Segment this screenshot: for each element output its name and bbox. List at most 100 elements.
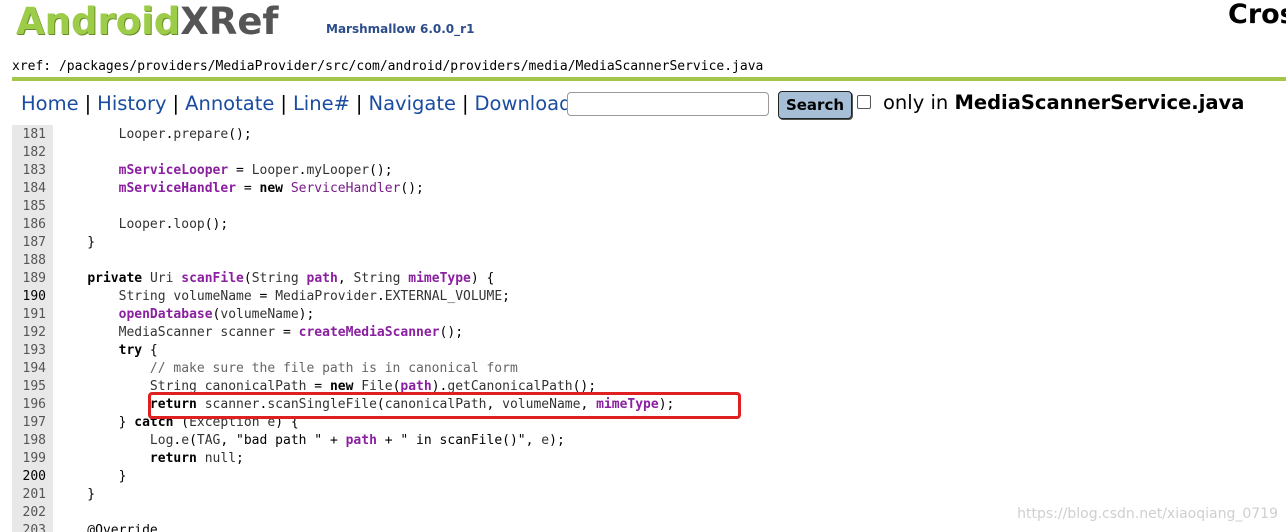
nav-download-link[interactable]: Download — [475, 92, 572, 115]
only-in-label: only in MediaScannerService.java — [883, 91, 1244, 114]
code-text: MediaScanner scanner = createMediaScanne… — [118, 325, 464, 340]
code-token: MediaProvider — [275, 289, 377, 304]
nav-line-number-link[interactable]: Line# — [293, 92, 350, 115]
code-text: mServiceHandler = new ServiceHandler(); — [118, 181, 424, 196]
code-line: 192 MediaScanner scanner = createMediaSc… — [12, 324, 1282, 342]
code-line: 191 openDatabase(volumeName); — [12, 306, 1282, 324]
code-text: mServiceLooper = Looper.myLooper(); — [118, 163, 393, 178]
code-line: 194 // make sure the file path is in can… — [12, 360, 1282, 378]
nav-separator: | — [280, 91, 287, 115]
nav-history-link[interactable]: History — [97, 92, 166, 115]
line-number-link[interactable]: 181 — [12, 126, 46, 144]
line-number-link[interactable]: 196 — [12, 396, 46, 414]
search-button[interactable]: Search — [778, 91, 852, 119]
code-token: ServiceHandler — [290, 181, 401, 196]
code-token: String — [118, 289, 166, 304]
code-text: } — [56, 469, 127, 484]
code-token: EXTERNAL_VOLUME — [384, 289, 503, 304]
code-text: } — [56, 487, 96, 502]
code-text: Looper.loop(); — [118, 217, 229, 232]
nav-separator: | — [84, 91, 92, 115]
code-token: TAG — [196, 433, 221, 448]
code-token: new — [259, 181, 283, 196]
code-line: 193 try { — [12, 342, 1282, 360]
code-text: openDatabase(volumeName); — [118, 307, 315, 322]
code-text: Log.e(TAG, "bad path " + path + " in sca… — [149, 433, 565, 448]
code-token: e — [541, 433, 550, 448]
line-number-link[interactable]: 195 — [12, 378, 46, 396]
line-number-link[interactable]: 193 — [12, 342, 46, 360]
code-token: volumeName — [220, 307, 299, 322]
code-token: return — [149, 451, 197, 466]
code-line: 185 — [12, 198, 1282, 216]
line-number-link[interactable]: 184 — [12, 180, 46, 198]
line-number-link[interactable]: 187 — [12, 234, 46, 252]
code-token: try — [118, 343, 143, 358]
code-token: " in scanFile()" — [400, 433, 526, 448]
code-token: // make sure the file path is in canonic… — [149, 361, 518, 376]
code-line: 186 Looper.loop(); — [12, 216, 1282, 234]
code-line: 199 return null; — [12, 450, 1282, 468]
nav-bar: Home | History | Annotate | Line# | Navi… — [21, 89, 571, 117]
header-divider — [12, 77, 1286, 81]
code-token: scanFile — [181, 271, 244, 286]
code-token: "bad path " — [236, 433, 323, 448]
code-line: 183 mServiceLooper = Looper.myLooper(); — [12, 162, 1282, 180]
version-label: Marshmallow 6.0.0_r1 — [326, 22, 475, 36]
code-token: e — [181, 433, 190, 448]
line-number-link[interactable]: 203 — [12, 522, 46, 532]
line-number-link[interactable]: 194 — [12, 360, 46, 378]
line-number-link[interactable]: 202 — [12, 504, 46, 522]
line-number-link[interactable]: 191 — [12, 306, 46, 324]
code-token: prepare — [173, 127, 229, 142]
line-number-link[interactable]: 200 — [12, 468, 46, 486]
code-token: Looper — [118, 217, 166, 232]
code-token: mimeType — [408, 271, 471, 286]
code-text: } — [56, 235, 96, 250]
code-token: mServiceLooper — [118, 163, 229, 178]
nav-navigate-link[interactable]: Navigate — [369, 92, 456, 115]
nav-separator: | — [172, 91, 180, 115]
logo-android-text: Android — [16, 0, 181, 43]
code-line: 184 mServiceHandler = new ServiceHandler… — [12, 180, 1282, 198]
code-token: private — [87, 271, 143, 286]
line-number-link[interactable]: 190 — [12, 288, 46, 306]
search-input[interactable] — [567, 92, 769, 116]
line-number-link[interactable]: 201 — [12, 486, 46, 504]
nav-home-link[interactable]: Home — [21, 92, 79, 115]
cross-reference-title: Cros — [1228, 0, 1286, 30]
line-number-link[interactable]: 182 — [12, 144, 46, 162]
code-token: Looper — [251, 163, 299, 178]
code-line: 187 } — [12, 234, 1282, 252]
code-line: 201 } — [12, 486, 1282, 504]
nav-annotate-link[interactable]: Annotate — [185, 92, 274, 115]
code-token: MediaScanner — [118, 325, 213, 340]
code-line: 189 private Uri scanFile(String path, St… — [12, 270, 1282, 288]
code-token: Log — [149, 433, 174, 448]
line-number-link[interactable]: 198 — [12, 432, 46, 450]
line-number-link[interactable]: 186 — [12, 216, 46, 234]
line-number-link[interactable]: 199 — [12, 450, 46, 468]
code-token: path — [306, 271, 338, 286]
code-line: 203 @Override — [12, 522, 1282, 532]
code-token: mServiceHandler — [118, 181, 237, 196]
androidxref-logo[interactable]: AndroidXRef — [16, 0, 279, 46]
code-token: openDatabase — [118, 307, 213, 322]
watermark: https://blog.csdn.net/xiaoqiang_0719 — [1017, 506, 1278, 522]
code-line: 198 Log.e(TAG, "bad path " + path + " in… — [12, 432, 1282, 450]
code-line: 188 — [12, 252, 1282, 270]
line-number-link[interactable]: 197 — [12, 414, 46, 432]
line-number-link[interactable]: 189 — [12, 270, 46, 288]
line-number-link[interactable]: 183 — [12, 162, 46, 180]
code-token: path — [345, 433, 377, 448]
code-token: createMediaScanner — [298, 325, 440, 340]
code-text: try { — [118, 343, 158, 358]
only-in-file-checkbox[interactable] — [857, 95, 871, 109]
code-line: 190 String volumeName = MediaProvider.EX… — [12, 288, 1282, 306]
line-number-link[interactable]: 192 — [12, 324, 46, 342]
code-text: Looper.prepare(); — [118, 127, 252, 142]
code-line: 181 Looper.prepare(); — [12, 126, 1282, 144]
line-number-link[interactable]: 185 — [12, 198, 46, 216]
code-text: String volumeName = MediaProvider.EXTERN… — [118, 289, 510, 304]
line-number-link[interactable]: 188 — [12, 252, 46, 270]
